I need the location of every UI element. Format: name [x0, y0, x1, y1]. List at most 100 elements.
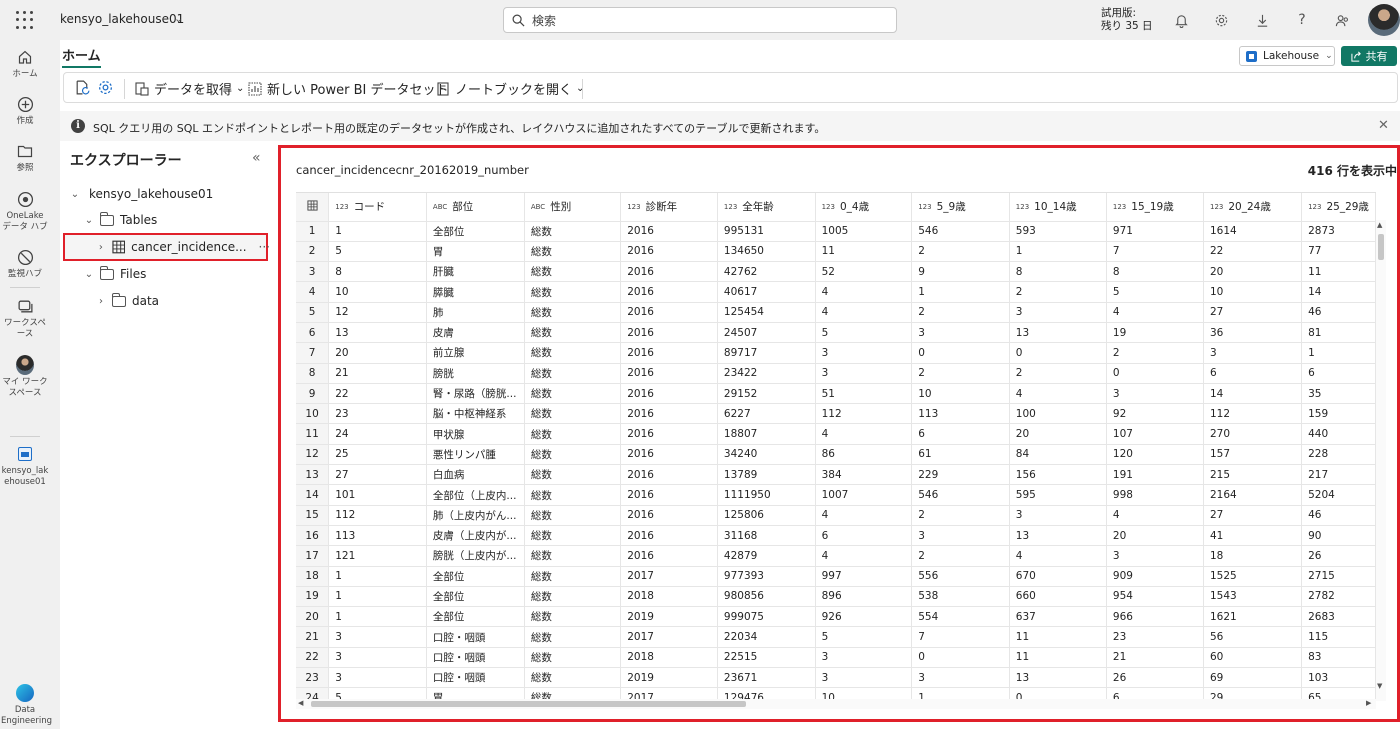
table-cell[interactable]: 27 [328, 464, 427, 486]
table-cell[interactable]: 3 [1106, 545, 1205, 567]
row-number[interactable]: 18 [296, 566, 330, 587]
table-cell[interactable]: 440 [1301, 423, 1376, 445]
table-cell[interactable]: 5204 [1301, 484, 1376, 506]
table-cell[interactable]: 228 [1301, 444, 1376, 466]
table-cell[interactable]: 2019 [620, 606, 718, 628]
column-header[interactable]: 123 コード [328, 193, 427, 222]
table-cell[interactable]: 2016 [620, 484, 718, 506]
table-cell[interactable]: 125806 [717, 505, 816, 526]
table-cell[interactable]: 2016 [620, 545, 718, 567]
table-cell[interactable]: 13 [1009, 525, 1107, 547]
table-cell[interactable]: 24507 [717, 322, 816, 344]
row-number[interactable]: 12 [296, 444, 330, 466]
nav-data-engineering[interactable]: Data Engineering [0, 684, 52, 727]
table-cell[interactable]: 1005 [815, 221, 913, 242]
table-cell[interactable]: 総数 [524, 687, 622, 699]
table-cell[interactable]: 556 [911, 566, 1010, 587]
close-icon[interactable]: ✕ [1378, 118, 1389, 133]
table-cell[interactable]: 3 [911, 322, 1010, 344]
table-cell[interactable]: 2016 [620, 423, 718, 445]
table-cell[interactable]: 膀胱（上皮内が... [426, 545, 525, 567]
more-options-icon[interactable]: ··· [259, 240, 270, 254]
tree-item-data[interactable]: › data [60, 289, 270, 313]
table-cell[interactable]: 2683 [1301, 606, 1376, 628]
table-cell[interactable]: 3 [911, 667, 1010, 689]
app-launcher-icon[interactable] [16, 11, 34, 29]
table-cell[interactable]: 3 [815, 342, 913, 364]
tree-item-files[interactable]: ⌄ Files [60, 262, 270, 286]
nav-home[interactable]: ホーム [0, 48, 50, 80]
table-cell[interactable]: 4 [815, 302, 913, 323]
table-cell[interactable]: 膀胱 [426, 363, 525, 384]
table-cell[interactable]: 971 [1106, 221, 1205, 242]
row-number[interactable]: 4 [296, 281, 330, 303]
table-cell[interactable]: 1007 [815, 484, 913, 506]
table-cell[interactable]: 954 [1106, 586, 1205, 608]
share-button[interactable]: 共有 [1341, 46, 1397, 66]
row-number[interactable]: 15 [296, 505, 330, 526]
table-cell[interactable]: 総数 [524, 484, 622, 506]
table-cell[interactable]: 52 [815, 261, 913, 283]
table-cell[interactable]: 膵臓 [426, 281, 525, 303]
table-cell[interactable]: 3 [1009, 302, 1107, 323]
table-cell[interactable]: 1 [328, 566, 427, 587]
row-number[interactable]: 8 [296, 363, 330, 384]
table-cell[interactable]: 全部位 [426, 221, 525, 242]
table-cell[interactable]: 2016 [620, 525, 718, 547]
row-number[interactable]: 10 [296, 403, 330, 425]
table-cell[interactable]: 6 [815, 525, 913, 547]
table-cell[interactable]: 口腔・咽頭 [426, 647, 525, 669]
help-icon[interactable]: ? [1293, 11, 1311, 29]
table-cell[interactable]: 35 [1301, 383, 1376, 405]
column-header[interactable]: 123 全年齢 [717, 193, 816, 222]
table-cell[interactable]: 92 [1106, 403, 1205, 425]
table-cell[interactable]: 総数 [524, 221, 622, 242]
table-cell[interactable]: 229 [911, 464, 1010, 486]
table-cell[interactable]: 23671 [717, 667, 816, 689]
table-cell[interactable]: 22 [1203, 241, 1303, 263]
table-cell[interactable]: 10 [815, 687, 913, 699]
table-cell[interactable]: 全部位 [426, 566, 525, 587]
table-cell[interactable]: 120 [1106, 444, 1205, 466]
row-number[interactable]: 14 [296, 484, 330, 506]
table-cell[interactable]: 10 [911, 383, 1010, 405]
table-cell[interactable]: 1614 [1203, 221, 1303, 242]
table-cell[interactable]: 18807 [717, 423, 816, 445]
table-cell[interactable]: 4 [815, 281, 913, 303]
table-cell[interactable]: 11 [1009, 647, 1107, 669]
table-cell[interactable]: 胃 [426, 687, 525, 699]
table-cell[interactable]: 4 [815, 505, 913, 526]
table-cell[interactable]: 2017 [620, 566, 718, 587]
table-cell[interactable]: 0 [911, 647, 1010, 669]
settings-icon[interactable] [97, 79, 114, 96]
refresh-icon[interactable] [74, 79, 91, 96]
table-cell[interactable]: 全部位 [426, 586, 525, 608]
table-cell[interactable]: 総数 [524, 383, 622, 405]
table-cell[interactable]: 21 [1106, 647, 1205, 669]
table-cell[interactable]: 103 [1301, 667, 1376, 689]
table-cell[interactable]: 20 [1009, 423, 1107, 445]
tree-item-tables[interactable]: ⌄ Tables [60, 208, 270, 232]
table-cell[interactable]: 121 [328, 545, 427, 567]
table-cell[interactable]: 157 [1203, 444, 1303, 466]
table-cell[interactable]: 肺 [426, 302, 525, 323]
table-cell[interactable]: 90 [1301, 525, 1376, 547]
column-header[interactable]: 123 5_9歳 [911, 193, 1010, 222]
table-cell[interactable]: 2017 [620, 687, 718, 699]
horizontal-scrollbar[interactable]: ◀ ▶ [296, 699, 1376, 709]
table-cell[interactable]: 胃 [426, 241, 525, 263]
table-cell[interactable]: 5 [815, 322, 913, 344]
workspace-name[interactable]: kensyo_lakehouse01 [60, 12, 184, 26]
table-cell[interactable]: 2873 [1301, 221, 1376, 242]
table-cell[interactable]: 13789 [717, 464, 816, 486]
table-cell[interactable]: 2715 [1301, 566, 1376, 587]
table-cell[interactable]: 13 [1009, 322, 1107, 344]
row-number[interactable]: 21 [296, 626, 330, 648]
select-all-grid-icon[interactable] [296, 193, 330, 222]
table-cell[interactable]: 156 [1009, 464, 1107, 486]
table-cell[interactable]: 10 [328, 281, 427, 303]
nav-browse[interactable]: 参照 [0, 142, 50, 174]
table-cell[interactable]: 全部位 [426, 606, 525, 628]
open-notebook-button[interactable]: ノートブックを開く ⌄ [435, 79, 584, 98]
table-cell[interactable]: 26 [1106, 667, 1205, 689]
